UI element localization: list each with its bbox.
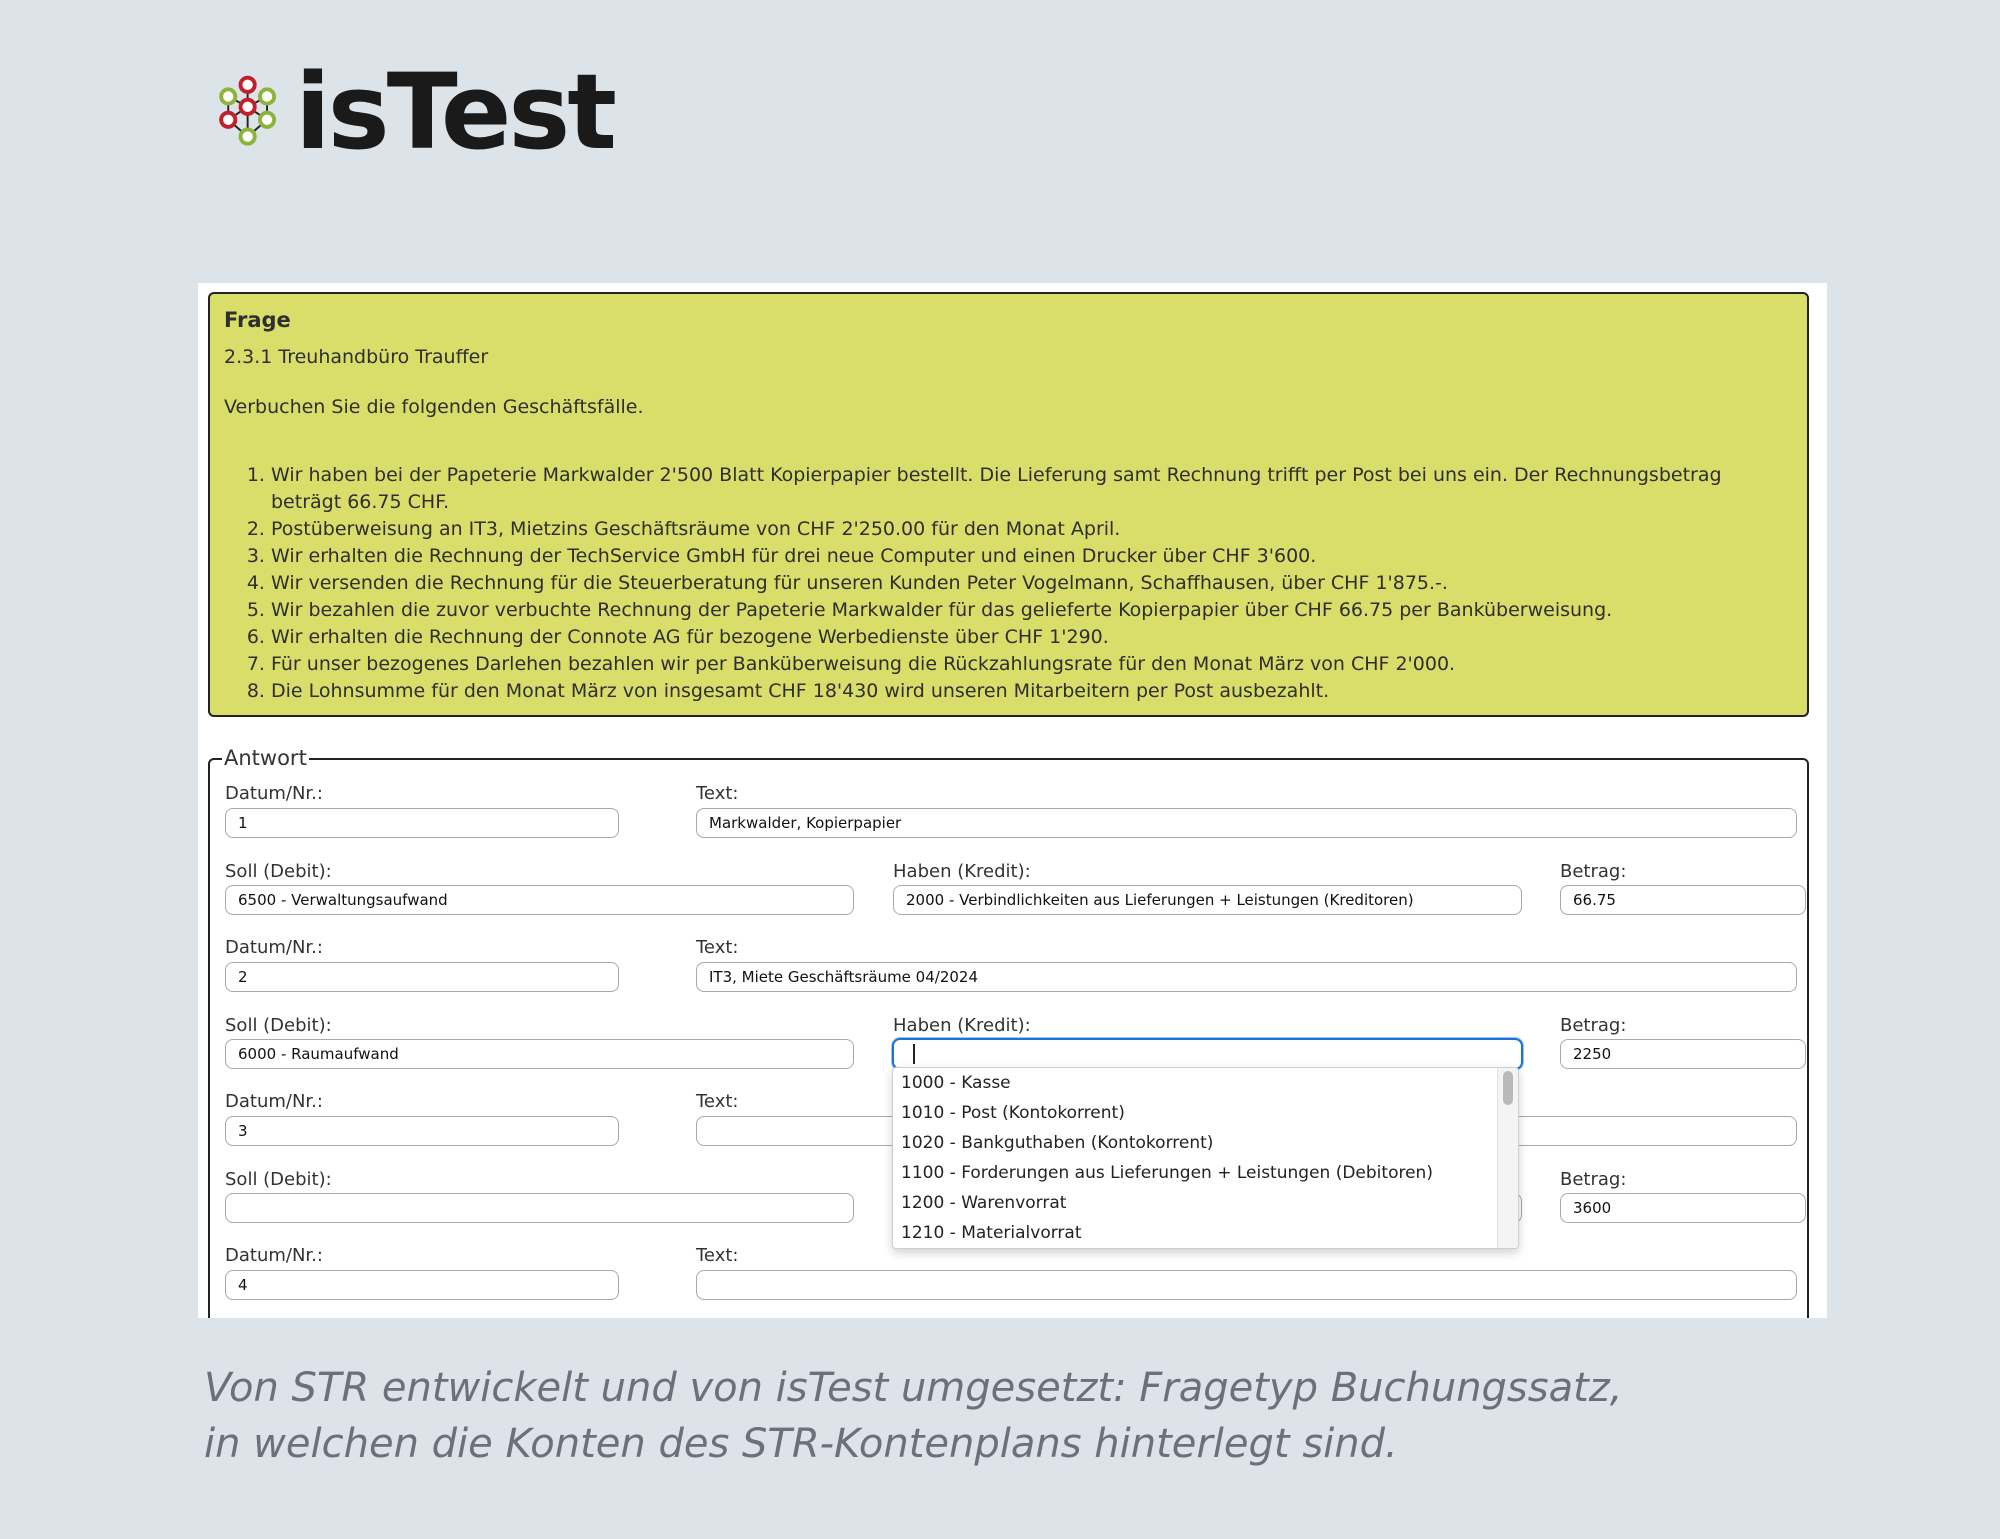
question-title: Frage [224,308,291,332]
haben-label: Haben (Kredit): [893,1015,1031,1036]
caption-line: in welchen die Konten des STR-Kontenplan… [204,1421,1398,1467]
text-label: Text: [696,1091,739,1112]
text-input-2[interactable] [696,962,1797,992]
question-box: Frage 2.3.1 Treuhandbüro Trauffer Verbuc… [208,292,1809,717]
text-label: Text: [696,1245,739,1266]
scrollbar-thumb[interactable] [1503,1071,1513,1105]
soll-label: Soll (Debit): [225,861,332,882]
text-caret [913,1044,915,1064]
betrag-label: Betrag: [1560,1169,1627,1190]
dropdown-option[interactable]: 1020 - Bankguthaben (Kontokorrent) [893,1128,1518,1158]
dropdown-option[interactable]: 1210 - Materialvorrat [893,1218,1518,1248]
betrag-label: Betrag: [1560,1015,1627,1036]
list-item: Wir versenden die Rechnung für die Steue… [271,570,1793,597]
datum-label: Datum/Nr.: [225,1245,323,1266]
datum-label: Datum/Nr.: [225,937,323,958]
datum-label: Datum/Nr.: [225,783,323,804]
datum-label: Datum/Nr.: [225,1091,323,1112]
soll-input-1[interactable] [225,885,854,915]
haben-label: Haben (Kredit): [893,861,1031,882]
text-label: Text: [696,783,739,804]
caption-line: Von STR entwickelt und von isTest umgese… [204,1365,1623,1411]
betrag-input-3[interactable] [1560,1193,1806,1223]
soll-input-2[interactable] [225,1039,854,1069]
list-item: Für unser bezogenes Darlehen bezahlen wi… [271,651,1793,678]
haben-input-1[interactable] [893,885,1522,915]
dropdown-option[interactable]: 1100 - Forderungen aus Lieferungen + Lei… [893,1158,1518,1188]
text-label: Text: [696,937,739,958]
text-input-1[interactable] [696,808,1797,838]
question-list: Wir haben bei der Papeterie Markwalder 2… [224,462,1793,705]
question-intro: Verbuchen Sie die folgenden Geschäftsfäl… [224,396,644,418]
account-dropdown[interactable]: 1000 - Kasse 1010 - Post (Kontokorrent) … [892,1067,1519,1249]
datum-input-2[interactable] [225,962,619,992]
datum-input-4[interactable] [225,1270,619,1300]
datum-input-1[interactable] [225,808,619,838]
dropdown-option[interactable]: 1200 - Warenvorrat [893,1188,1518,1218]
caption: Von STR entwickelt und von isTest umgese… [204,1360,1804,1472]
istest-logo: isTest [214,51,617,173]
datum-input-3[interactable] [225,1116,619,1146]
list-item: Die Lohnsumme für den Monat März von ins… [271,678,1793,705]
list-item: Wir haben bei der Papeterie Markwalder 2… [271,462,1793,516]
logo-wordmark: isTest [295,51,617,173]
soll-label: Soll (Debit): [225,1015,332,1036]
list-item: Wir bezahlen die zuvor verbuchte Rechnun… [271,597,1793,624]
list-item: Wir erhalten die Rechnung der TechServic… [271,543,1793,570]
dropdown-option[interactable]: 1000 - Kasse [893,1068,1518,1098]
answer-legend: Antwort [222,746,309,770]
text-input-4[interactable] [696,1270,1797,1300]
betrag-input-2[interactable] [1560,1039,1806,1069]
betrag-label: Betrag: [1560,861,1627,882]
molecule-logo-icon [219,75,277,146]
soll-label: Soll (Debit): [225,1169,332,1190]
dropdown-scrollbar[interactable] [1497,1068,1518,1248]
dropdown-option[interactable]: 1010 - Post (Kontokorrent) [893,1098,1518,1128]
question-subtitle: 2.3.1 Treuhandbüro Trauffer [224,346,489,368]
betrag-input-1[interactable] [1560,885,1806,915]
soll-input-3[interactable] [225,1193,854,1223]
list-item: Postüberweisung an IT3, Mietzins Geschäf… [271,516,1793,543]
haben-input-2[interactable] [892,1038,1523,1070]
list-item: Wir erhalten die Rechnung der Connote AG… [271,624,1793,651]
